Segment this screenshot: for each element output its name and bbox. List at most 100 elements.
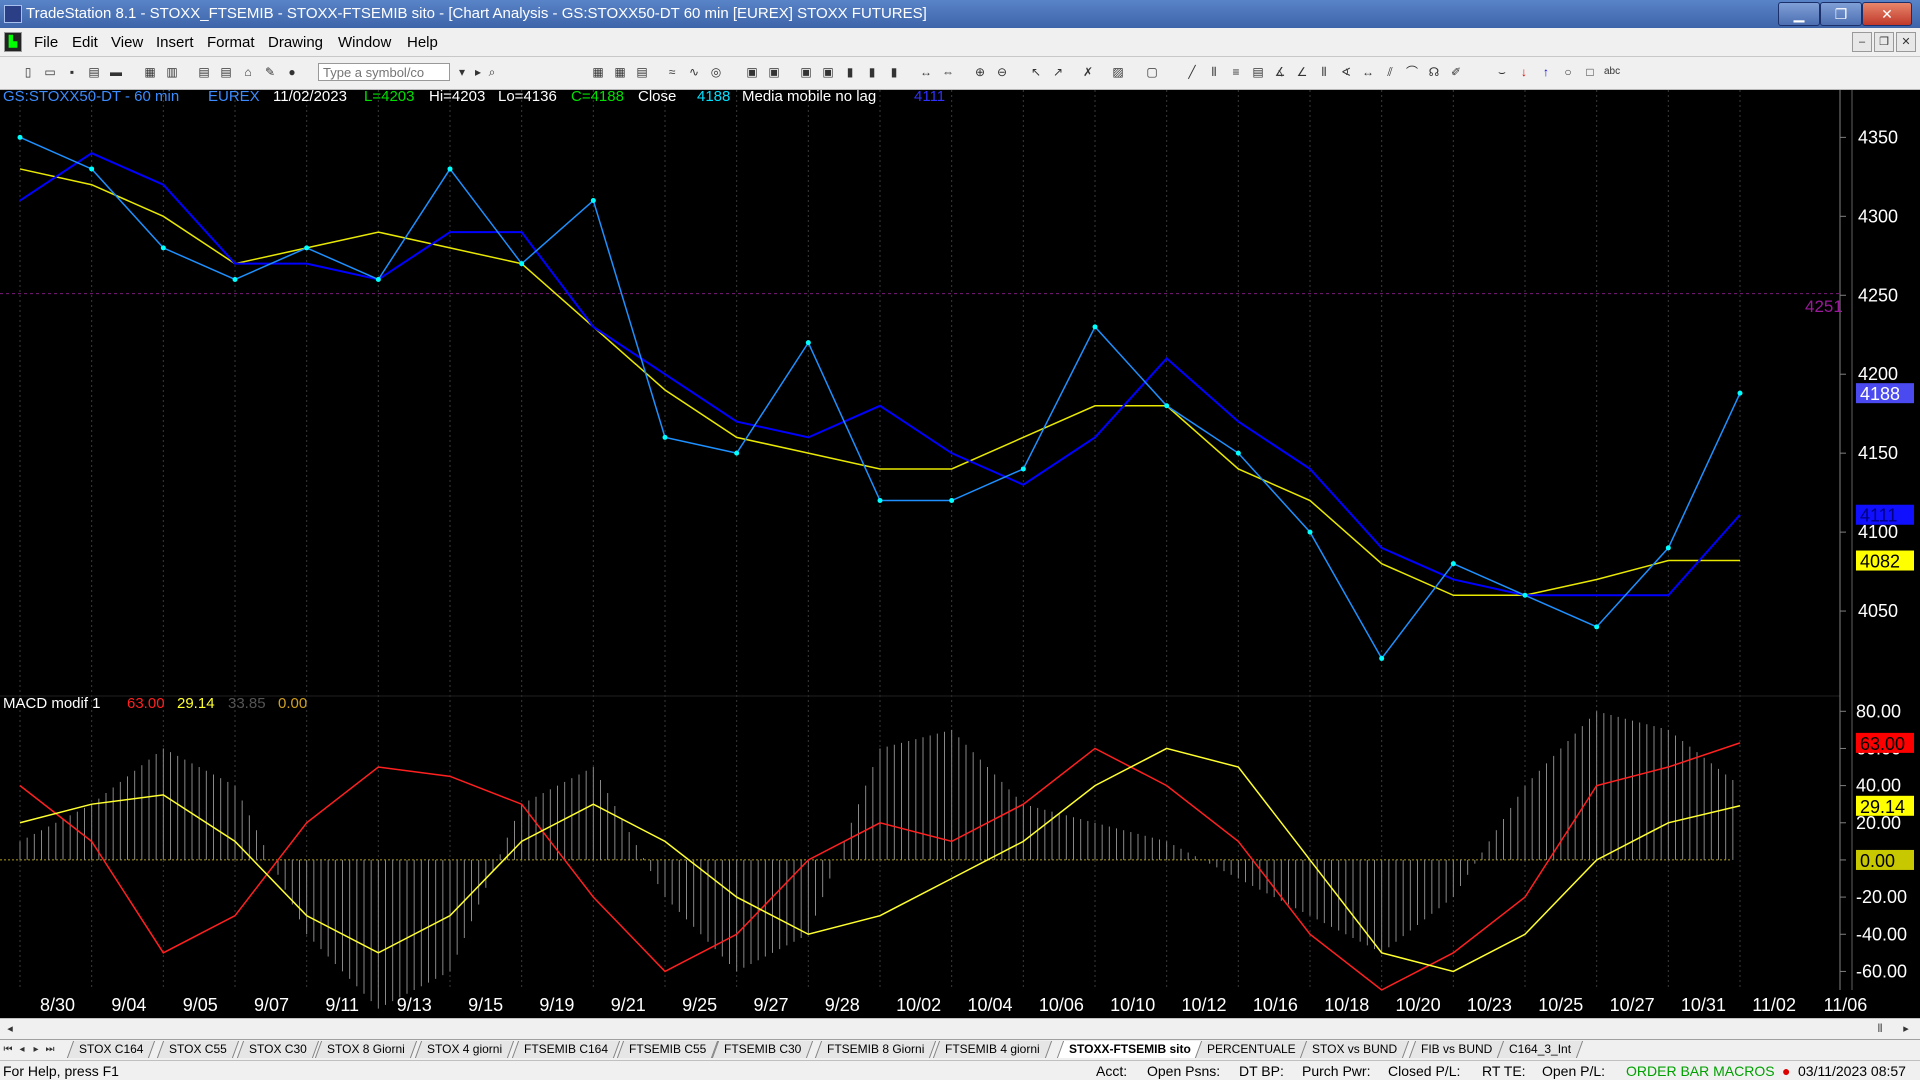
symbol-input[interactable] [318, 63, 450, 81]
tools-icon[interactable]: ✗ [1080, 64, 1096, 80]
tab-1[interactable]: STOX C55 [156, 1041, 239, 1058]
close-button[interactable]: ✕ [1862, 2, 1912, 26]
tab-last-icon[interactable]: ⏭ [44, 1042, 56, 1057]
tab-10[interactable]: STOXX-FTSEMIB sito [1056, 1041, 1203, 1058]
pen-icon[interactable]: ✐ [1448, 64, 1464, 80]
trendline-icon[interactable]: ╱ [1184, 64, 1200, 80]
symbol-dropdown-icon[interactable]: ▾ [454, 64, 470, 80]
tab-11[interactable]: PERCENTUALE [1194, 1041, 1308, 1058]
menu-format[interactable]: Format [207, 34, 255, 51]
tab-prev-icon[interactable]: ◂ [16, 1042, 28, 1057]
tile-icon[interactable]: ▤ [218, 64, 234, 80]
move-left-icon[interactable]: ↔ [918, 64, 934, 80]
channel-icon[interactable]: ▤ [1250, 64, 1266, 80]
cascade-icon[interactable]: ▤ [196, 64, 212, 80]
grid-icon[interactable]: ▦ [590, 64, 606, 80]
tab-3[interactable]: STOX 8 Giorni [314, 1041, 417, 1058]
window-icon[interactable]: ▢ [1144, 64, 1160, 80]
chart-area[interactable]: 4350 4300 4250 4200 4150 4100 4050 4188 4111 4082… [0, 88, 1920, 1018]
tab-2[interactable]: STOX C30 [236, 1041, 319, 1058]
tab-first-icon[interactable]: ⏮ [2, 1042, 14, 1057]
chart-svg[interactable]: 4350430042504200415041004050418841114082… [0, 88, 1920, 1018]
indicator-icon[interactable]: ∿ [686, 64, 702, 80]
chart-icon[interactable]: ≈ [664, 64, 680, 80]
strategy-icon[interactable]: ◎ [708, 64, 724, 80]
move-right-icon[interactable]: ⇔ [940, 64, 956, 80]
menu-help[interactable]: Help [407, 34, 438, 51]
menu-edit[interactable]: Edit [72, 34, 98, 51]
mdi-minimize-button[interactable]: – [1852, 32, 1872, 52]
scroll-right-icon[interactable]: ▸ [1898, 1021, 1914, 1037]
tab-6[interactable]: FTSEMIB C55 [616, 1041, 719, 1058]
zoom-in-icon[interactable]: ⊕ [972, 64, 988, 80]
horizontal-lines-icon[interactable]: ≡ [1228, 64, 1244, 80]
arrow-up-icon[interactable]: ↑ [1538, 64, 1554, 80]
tab-next-icon[interactable]: ▸ [30, 1042, 42, 1057]
format-icon[interactable]: ▣ [744, 64, 760, 80]
open-icon[interactable]: ▭ [42, 64, 58, 80]
fibonacci-icon[interactable]: ⦀ [1316, 64, 1332, 80]
minimize-button[interactable]: ▁ [1778, 2, 1820, 26]
menu-view[interactable]: View [111, 34, 143, 51]
price-tick-label: 4150 [1858, 443, 1898, 463]
status-order-bar-macros[interactable]: ORDER BAR MACROS [1626, 1063, 1775, 1079]
arc-icon[interactable]: ⌒ [1404, 64, 1420, 80]
vertical-lines-icon[interactable]: ⦀ [1206, 64, 1222, 80]
arrow-down-icon[interactable]: ↓ [1516, 64, 1532, 80]
curve-icon[interactable]: ⌣ [1494, 64, 1510, 80]
tab-12[interactable]: STOX vs BUND [1299, 1041, 1410, 1058]
zoom-out-icon[interactable]: ⊖ [994, 64, 1010, 80]
menu-file[interactable]: File [34, 34, 58, 51]
scroll-columns-icon[interactable]: ⦀ [1872, 1021, 1888, 1037]
radar-icon[interactable]: ▣ [798, 64, 814, 80]
tab-7[interactable]: FTSEMIB C30 [711, 1041, 814, 1058]
symbol-lookup-icon[interactable]: ⌕ [484, 64, 500, 80]
text-icon[interactable]: abc [1604, 64, 1620, 80]
format-icon-2[interactable]: ▣ [766, 64, 782, 80]
ray-icon[interactable]: ∠ [1294, 64, 1310, 80]
chart-tool-icon[interactable]: ✎ [262, 64, 278, 80]
mdi-close-button[interactable]: ✕ [1896, 32, 1916, 52]
tab-14[interactable]: C164_3_Int [1496, 1041, 1584, 1058]
scroll-left-icon[interactable]: ◂ [2, 1021, 18, 1037]
spiral-icon[interactable]: ☊ [1426, 64, 1442, 80]
bar-chart-icon[interactable]: ▮ [842, 64, 858, 80]
tab-0[interactable]: STOX C164 [66, 1041, 156, 1058]
bar-chart-icon-2[interactable]: ▮ [864, 64, 880, 80]
table-icon[interactable]: ▤ [634, 64, 650, 80]
maximize-button[interactable]: ❐ [1820, 2, 1862, 26]
pointer-icon-2[interactable]: ↗ [1050, 64, 1066, 80]
chart-window-icon[interactable]: ▙ [4, 32, 22, 52]
title-bar[interactable]: TradeStation 8.1 - STOXX_FTSEMIB - STOXX… [0, 0, 1920, 28]
pointer-icon[interactable]: ↖ [1028, 64, 1044, 80]
folder-icon[interactable]: ▬ [108, 64, 124, 80]
mdi-restore-button[interactable]: ❐ [1874, 32, 1894, 52]
matrix-icon[interactable]: ▣ [820, 64, 836, 80]
bar-chart-icon-3[interactable]: ▮ [886, 64, 902, 80]
app-icon[interactable] [4, 5, 22, 23]
copy-icon[interactable]: ▨ [1110, 64, 1126, 80]
horizontal-arrow-icon[interactable]: ↔ [1360, 64, 1376, 80]
menu-drawing[interactable]: Drawing [268, 34, 323, 51]
tab-5[interactable]: FTSEMIB C164 [511, 1041, 621, 1058]
parallel-lines-icon[interactable]: ⫽ [1382, 64, 1398, 80]
print-icon[interactable]: ▦ [142, 64, 158, 80]
tab-4[interactable]: STOX 4 giorni [414, 1041, 515, 1058]
horizontal-scrollbar[interactable]: ◂ ⦀ ▸ [0, 1018, 1920, 1039]
menu-window[interactable]: Window [338, 34, 391, 51]
fan-icon[interactable]: ∡ [1272, 64, 1288, 80]
save-icon[interactable]: ▪ [64, 64, 80, 80]
menu-insert[interactable]: Insert [156, 34, 194, 51]
grid-icon-2[interactable]: ▦ [612, 64, 628, 80]
angle-icon[interactable]: ∢ [1338, 64, 1354, 80]
rectangle-icon[interactable]: □ [1582, 64, 1598, 80]
tab-8[interactable]: FTSEMIB 8 Giorni [814, 1041, 937, 1058]
tab-9[interactable]: FTSEMIB 4 giorni [932, 1041, 1052, 1058]
analysis-icon[interactable]: ● [284, 64, 300, 80]
new-window-icon[interactable]: ▤ [86, 64, 102, 80]
lock-icon[interactable]: ⌂ [240, 64, 256, 80]
ellipse-icon[interactable]: ○ [1560, 64, 1576, 80]
new-icon[interactable]: ▯ [20, 64, 36, 80]
print-preview-icon[interactable]: ▥ [164, 64, 180, 80]
tab-13[interactable]: FIB vs BUND [1408, 1041, 1505, 1058]
